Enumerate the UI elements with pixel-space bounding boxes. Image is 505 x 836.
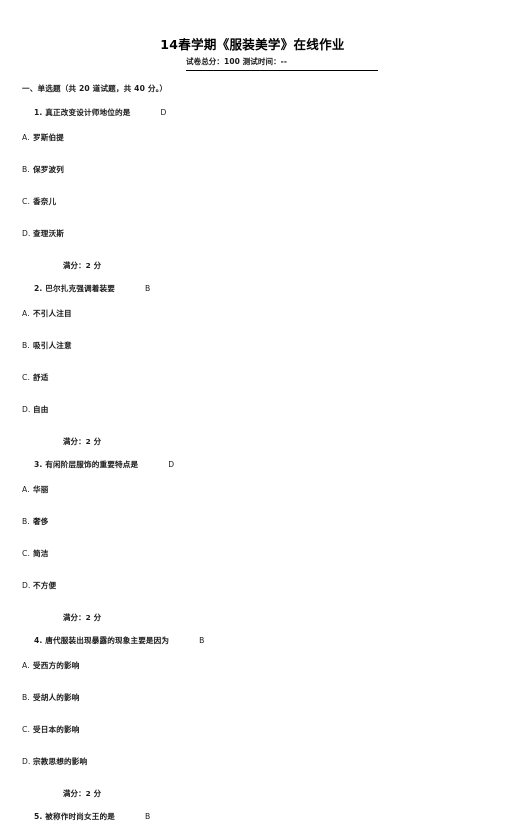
option-row[interactable]: B. 保罗波列 (22, 164, 487, 175)
option-text: 不方便 (33, 581, 57, 590)
option-row[interactable]: B. 受胡人的影响 (22, 692, 487, 703)
option-text: 舒适 (33, 373, 49, 382)
option-text: 查理沃斯 (33, 229, 64, 238)
option-text: 华丽 (33, 485, 49, 494)
option-text: 吸引人注意 (33, 341, 72, 350)
question-text: 真正改变设计师地位的是 (45, 108, 131, 117)
option-text: 香奈儿 (33, 197, 57, 206)
option-row[interactable]: D. 不方便 (22, 580, 487, 591)
option-row[interactable]: C. 受日本的影响 (22, 724, 487, 735)
question-number: 4. (34, 636, 43, 645)
option-letter: B. (22, 693, 30, 702)
option-row[interactable]: B. 奢侈 (22, 516, 487, 527)
option-letter: C. (22, 549, 31, 558)
option-letter: B. (22, 165, 30, 174)
option-letter: A. (22, 485, 30, 494)
meta-divider (186, 70, 378, 71)
exam-body: 一、单选题（共 20 道试题，共 40 分。） 1. 真正改变设计师地位的是 D … (22, 83, 487, 836)
score-row: 满分：2 分 (63, 437, 102, 446)
question-answer: B (199, 636, 205, 645)
option-letter: D. (22, 229, 31, 238)
option-text: 受日本的影响 (33, 725, 80, 734)
option-row[interactable]: D. 自由 (22, 404, 487, 415)
exam-document-page: 14春学期《服装美学》在线作业 试卷总分：100 测试时间：-- 一、单选题（共… (0, 0, 505, 821)
question-number: 3. (34, 460, 43, 469)
section-heading: 一、单选题（共 20 道试题，共 40 分。） (22, 84, 168, 93)
option-letter: C. (22, 373, 31, 382)
option-text: 简洁 (33, 549, 49, 558)
question-answer: D (160, 108, 167, 117)
option-letter: A. (22, 133, 30, 142)
option-row[interactable]: A. 罗斯伯提 (22, 132, 487, 143)
question-number: 1. (34, 108, 43, 117)
question-text: 巴尔扎克强调着装要 (45, 284, 115, 293)
option-text: 受西方的影响 (33, 661, 80, 670)
option-row[interactable]: C. 简洁 (22, 548, 487, 559)
question-text: 有闲阶层服饰的重要特点是 (45, 460, 139, 469)
question-block: 2. 巴尔扎克强调着装要 B A. 不引人注目 B. 吸引人注意 C. 舒适 D. 自由 … (22, 283, 487, 447)
question-block: 3. 有闲阶层服饰的重要特点是 D A. 华丽 B. 奢侈 C. 简洁 D. 不方便 满分… (22, 459, 487, 623)
question-answer: B (144, 284, 151, 293)
question-row: 1. 真正改变设计师地位的是 D (22, 107, 487, 118)
score-row: 满分：2 分 (63, 789, 102, 798)
option-letter: B. (22, 517, 30, 526)
option-text: 自由 (33, 405, 49, 414)
question-row: 3. 有闲阶层服饰的重要特点是 D (22, 459, 487, 470)
question-row: 4. 唐代服装出现暴露的现象主要是因为 B (22, 635, 487, 646)
option-row[interactable]: D. 查理沃斯 (22, 228, 487, 239)
question-answer: D (168, 460, 175, 469)
option-letter: D. (22, 581, 31, 590)
option-row[interactable]: B. 吸引人注意 (22, 340, 487, 351)
option-text: 保罗波列 (33, 165, 64, 174)
option-letter: C. (22, 197, 31, 206)
option-row[interactable]: A. 华丽 (22, 484, 487, 495)
option-text: 不引人注目 (33, 309, 72, 318)
option-row[interactable]: C. 香奈儿 (22, 196, 487, 207)
option-letter: D. (22, 405, 31, 414)
question-block: 1. 真正改变设计师地位的是 D A. 罗斯伯提 B. 保罗波列 C. 香奈儿 D. 查理… (22, 107, 487, 271)
option-letter: B. (22, 341, 30, 350)
option-row[interactable]: A. 不引人注目 (22, 308, 487, 319)
question-text: 被称作时尚女王的是 (45, 812, 115, 821)
question-number: 5. (34, 812, 43, 821)
option-row[interactable]: C. 舒适 (22, 372, 487, 383)
question-answer: B (144, 812, 151, 821)
option-text: 奢侈 (33, 517, 49, 526)
question-row: 2. 巴尔扎克强调着装要 B (22, 283, 487, 294)
question-block: 5. 被称作时尚女王的是 B (22, 811, 487, 822)
option-letter: C. (22, 725, 31, 734)
question-number: 2. (34, 284, 43, 293)
question-block: 4. 唐代服装出现暴露的现象主要是因为 B A. 受西方的影响 B. 受胡人的影响 C… (22, 635, 487, 799)
option-text: 受胡人的影响 (33, 693, 80, 702)
option-letter: A. (22, 309, 30, 318)
option-row[interactable]: A. 受西方的影响 (22, 660, 487, 671)
question-text: 唐代服装出现暴露的现象主要是因为 (45, 636, 170, 645)
option-row[interactable]: D. 宗教思想的影响 (22, 756, 487, 767)
question-row: 5. 被称作时尚女王的是 B (22, 811, 487, 822)
option-text: 宗教思想的影响 (33, 757, 88, 766)
option-letter: A. (22, 661, 30, 670)
score-row: 满分：2 分 (63, 261, 102, 270)
option-letter: D. (22, 757, 31, 766)
score-row: 满分：2 分 (63, 613, 102, 622)
exam-meta-line: 试卷总分：100 测试时间：-- (186, 57, 288, 66)
option-text: 罗斯伯提 (33, 133, 64, 142)
page-title: 14春学期《服装美学》在线作业 (160, 37, 345, 52)
exam-meta: 试卷总分：100 测试时间：-- (186, 56, 378, 71)
